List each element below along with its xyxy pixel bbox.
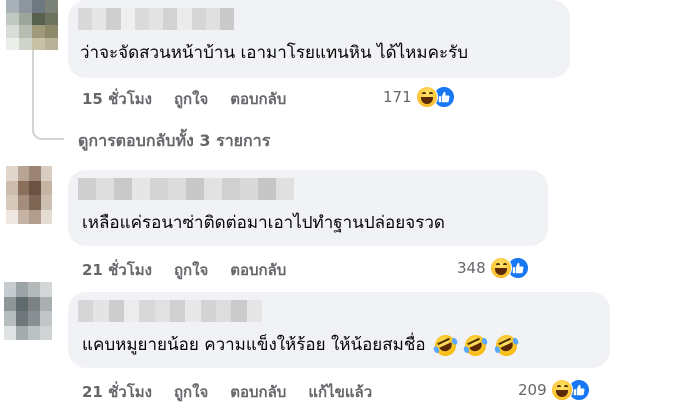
like-button[interactable]: ถูกใจ bbox=[174, 87, 208, 111]
reaction-summary[interactable]: 209 bbox=[518, 379, 590, 401]
like-button[interactable]: ถูกใจ bbox=[174, 258, 208, 282]
comment-text: แคบหมูยายน้อย ความแข็งให้ร้อย ให้น้อยสมช… bbox=[82, 331, 521, 359]
avatar[interactable] bbox=[4, 282, 52, 340]
comment-bubble: แคบหมูยายน้อย ความแข็งให้ร้อย ให้น้อยสมช… bbox=[68, 292, 610, 368]
reply-button[interactable]: ตอบกลับ bbox=[230, 258, 286, 282]
commenter-name-blurred[interactable] bbox=[78, 8, 235, 30]
reply-button[interactable]: ตอบกลับ bbox=[230, 87, 286, 111]
reaction-count: 209 bbox=[518, 381, 547, 399]
comment-time[interactable]: 21 ชั่วโมง bbox=[82, 258, 152, 282]
comment-bubble: เหลือแค่รอนาซ่าติดต่อมาเอาไปทำฐานปล่อยจร… bbox=[68, 170, 548, 246]
comment-time[interactable]: 15 ชั่วโมง bbox=[82, 87, 152, 111]
reaction-summary[interactable]: 348 bbox=[457, 257, 529, 279]
edited-label[interactable]: แก้ไขแล้ว bbox=[308, 380, 372, 402]
avatar[interactable] bbox=[6, 0, 58, 50]
rofl-emoji bbox=[431, 331, 460, 359]
commenter-name-blurred[interactable] bbox=[78, 300, 262, 322]
reaction-count: 348 bbox=[457, 259, 486, 277]
like-button[interactable]: ถูกใจ bbox=[174, 380, 208, 402]
reaction-summary[interactable]: 171 bbox=[383, 86, 455, 108]
comment-text-body: แคบหมูยายน้อย ความแข็งให้ร้อย ให้น้อยสมช… bbox=[82, 335, 426, 355]
comment-text: ว่าจะจัดสวนหน้าบ้าน เอามาโรยแทนหิน ได้ไห… bbox=[80, 43, 468, 63]
comment-actions: 21 ชั่วโมง ถูกใจ ตอบกลับ แก้ไขแล้ว bbox=[82, 380, 394, 402]
haha-emoji bbox=[550, 379, 573, 401]
thread-elbow bbox=[32, 108, 64, 140]
comment-actions: 15 ชั่วโมง ถูกใจ ตอบกลับ bbox=[82, 87, 308, 111]
reaction-count: 171 bbox=[383, 88, 412, 106]
thread-line bbox=[32, 50, 34, 110]
haha-emoji bbox=[489, 257, 512, 279]
rofl-emoji bbox=[492, 331, 521, 359]
view-replies-link[interactable]: ดูการตอบกลับทั้ง 3 รายการ bbox=[78, 129, 270, 154]
comment-actions: 21 ชั่วโมง ถูกใจ ตอบกลับ bbox=[82, 258, 308, 282]
comment-time[interactable]: 21 ชั่วโมง bbox=[82, 380, 152, 402]
haha-emoji bbox=[415, 86, 438, 108]
comment-bubble: ว่าจะจัดสวนหน้าบ้าน เอามาโรยแทนหิน ได้ไห… bbox=[68, 0, 570, 78]
comment-text: เหลือแค่รอนาซ่าติดต่อมาเอาไปทำฐานปล่อยจร… bbox=[82, 213, 445, 233]
rofl-emoji bbox=[461, 331, 490, 359]
reply-button[interactable]: ตอบกลับ bbox=[230, 380, 286, 402]
avatar[interactable] bbox=[6, 166, 52, 224]
commenter-name-blurred[interactable] bbox=[78, 178, 294, 200]
